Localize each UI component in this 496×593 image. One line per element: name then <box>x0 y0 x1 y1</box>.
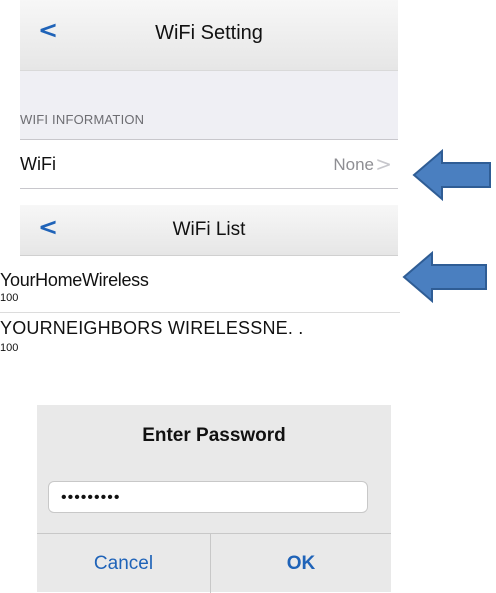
cancel-button[interactable]: Cancel <box>37 534 211 593</box>
pointer-arrow-icon <box>402 250 487 304</box>
network-list-item[interactable]: YOURNEIGHBORS WIRELESSNE. . 100 <box>0 314 400 374</box>
network-name: YourHomeWireless <box>0 270 149 290</box>
chevron-right-icon: > <box>375 152 392 176</box>
network-signal: 100 <box>0 342 19 354</box>
section-label: WIFI INFORMATION <box>20 112 145 127</box>
password-input[interactable]: ••••••••• <box>48 481 368 513</box>
ok-button[interactable]: OK <box>211 534 391 593</box>
pointer-arrow-icon <box>412 148 491 202</box>
wifi-setting-title: WiFi Setting <box>155 22 263 44</box>
wifi-row-value: None <box>333 155 374 174</box>
wifi-list-title: WiFi List <box>172 219 246 240</box>
dialog-title: Enter Password <box>142 425 286 446</box>
wifi-row[interactable]: WiFi None > <box>20 139 398 189</box>
wifi-setting-navbar: < WiFi Setting <box>20 0 398 71</box>
dialog-button-bar: Cancel OK <box>37 533 391 593</box>
wifi-list-navbar: < WiFi List <box>20 205 398 256</box>
section-header: WIFI INFORMATION <box>20 71 398 139</box>
network-signal: 100 <box>0 292 19 304</box>
network-name: YOURNEIGHBORS WIRELESSNE. . <box>0 318 304 338</box>
wifi-row-label: WiFi <box>20 154 56 174</box>
network-list-item[interactable]: YourHomeWireless 100 <box>0 270 400 313</box>
password-dialog: Enter Password ••••••••• Cancel OK <box>37 405 391 593</box>
